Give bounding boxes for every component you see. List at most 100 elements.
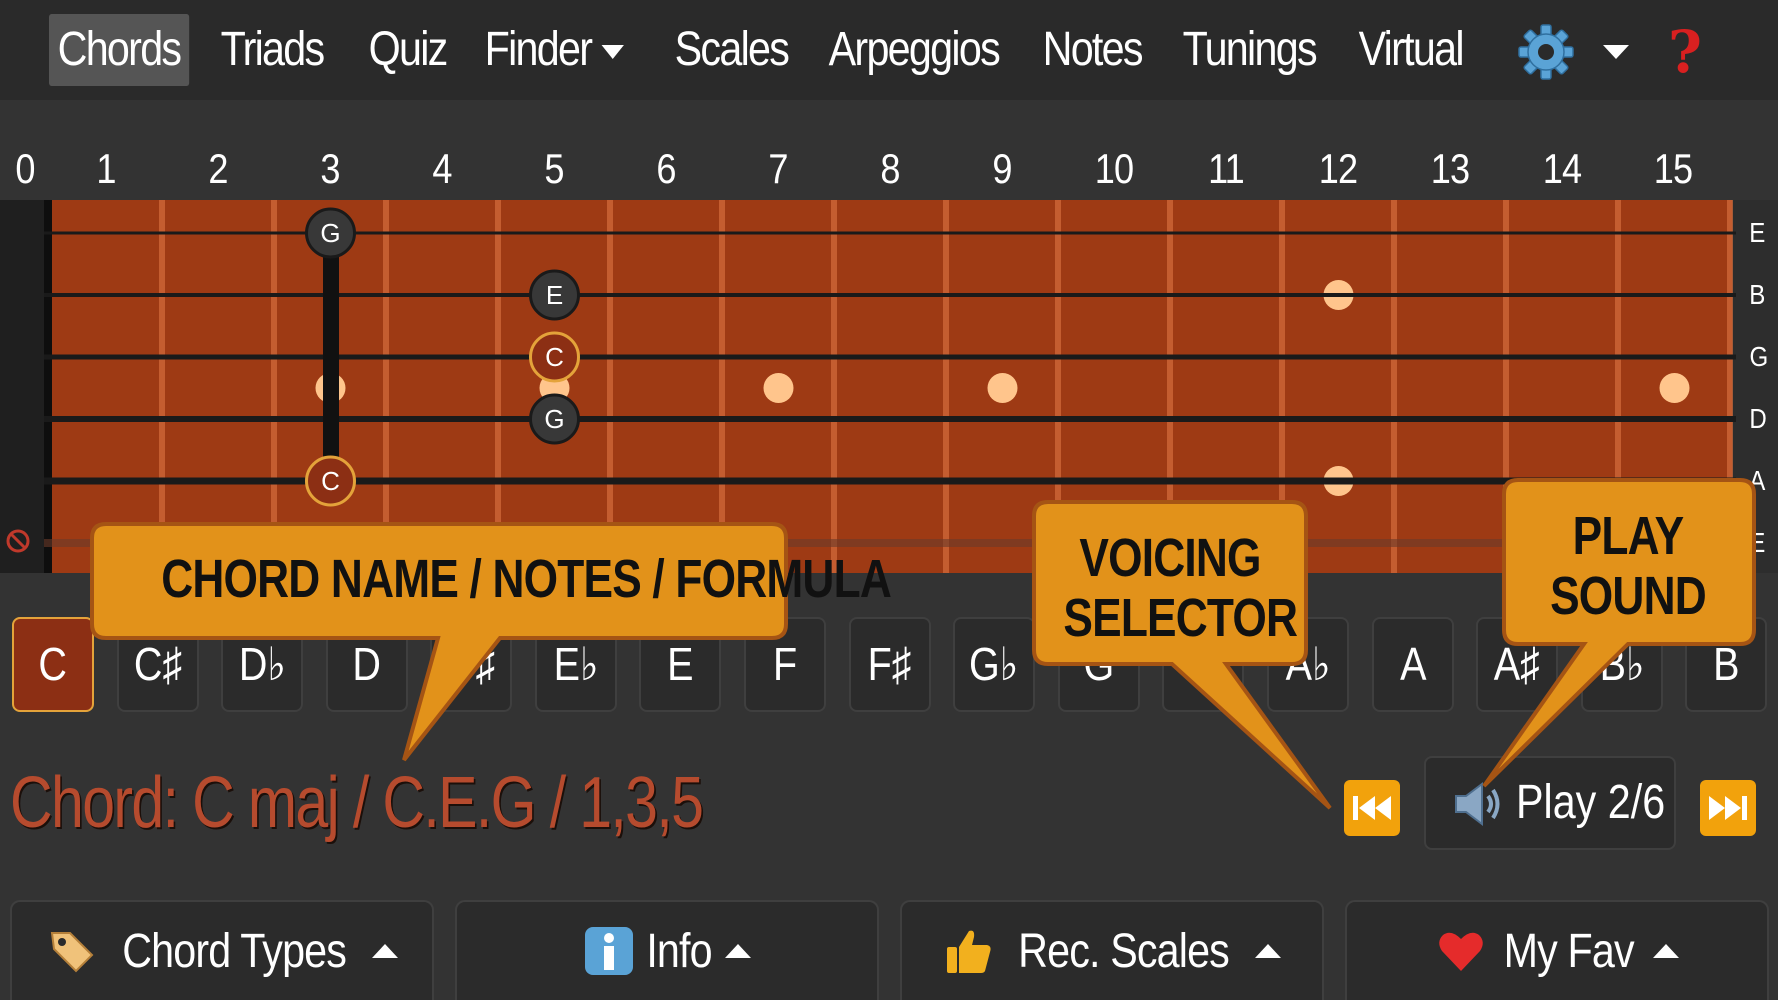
key-label: A [1399, 638, 1427, 690]
nav-tunings[interactable]: Tunings [1174, 14, 1324, 86]
nav-notes[interactable]: Notes [1034, 14, 1150, 86]
info-button[interactable]: Info [455, 900, 879, 1000]
key-label: E [666, 638, 694, 690]
settings-chevron-down-icon[interactable] [1603, 45, 1629, 59]
nav-scales[interactable]: Scales [666, 14, 797, 86]
guitar-string [44, 293, 1736, 297]
fret-marker-dot [1659, 373, 1690, 403]
key-button[interactable]: B [1685, 617, 1767, 712]
key-button[interactable]: B♭ [1581, 617, 1663, 712]
key-button[interactable]: E [639, 617, 721, 712]
callout-chord-text: CHORD NAME / NOTES / FORMULA [161, 549, 892, 609]
fret-wire [943, 200, 949, 573]
play-button[interactable]: Play 2/6 [1424, 756, 1676, 850]
barre-line [323, 228, 339, 482]
key-button[interactable]: A♯ [1476, 617, 1558, 712]
note-marker[interactable]: G [529, 393, 580, 445]
string-name: G [1749, 341, 1769, 372]
guitar-string [44, 416, 1736, 422]
fret-wire [1055, 200, 1061, 573]
key-button[interactable]: D [326, 617, 408, 712]
fret-number: 12 [1318, 145, 1358, 192]
nav-arpeggios[interactable]: Arpeggios [820, 14, 1008, 86]
top-nav: Chords Triads Quiz Finder Scales Arpeggi… [0, 0, 1778, 100]
key-button[interactable]: D♯ [430, 617, 512, 712]
note-label: C [321, 466, 340, 496]
note-label: G [544, 404, 564, 434]
nut-area [0, 200, 44, 573]
fret-number: 13 [1430, 145, 1470, 192]
gear-icon[interactable] [1518, 24, 1574, 80]
chord-types-label: Chord Types [122, 924, 347, 978]
callout-voicing-text: VOICING SELECTOR [1063, 528, 1298, 648]
root-note-marker[interactable]: C [305, 455, 356, 507]
fret-number: 7 [768, 145, 788, 192]
my-fav-label: My Fav [1503, 924, 1635, 978]
speaker-icon [1455, 782, 1500, 826]
question-mark-icon[interactable]: ? [1668, 18, 1702, 86]
fret-number: 3 [320, 145, 340, 192]
guitar-string [44, 354, 1736, 360]
key-label: E♭ [553, 638, 599, 690]
fretboard[interactable]: G E C G C E B G D A E [0, 200, 1778, 573]
callout-play-line1: PLAY [1572, 506, 1685, 566]
fret-number: 6 [656, 145, 676, 192]
chevron-up-icon [372, 944, 399, 958]
nut [44, 200, 52, 573]
fret-number: 5 [544, 145, 564, 192]
fret-wire [1727, 200, 1733, 573]
string-name: E [1749, 527, 1766, 558]
key-label: F [772, 638, 798, 690]
nav-chords[interactable]: Chords [49, 14, 189, 86]
key-button[interactable]: C [12, 617, 94, 712]
key-button[interactable]: A [1372, 617, 1454, 712]
key-button[interactable]: C♯ [117, 617, 199, 712]
chevron-up-icon [1254, 944, 1281, 958]
chord-types-button[interactable]: Chord Types [10, 900, 434, 1000]
key-button[interactable]: G♭ [953, 617, 1035, 712]
note-label: C [545, 342, 564, 372]
note-marker[interactable]: G [305, 207, 356, 259]
previous-voicing-icon[interactable] [1344, 780, 1400, 836]
root-note-marker[interactable]: C [529, 331, 580, 383]
string-name: A [1749, 465, 1766, 496]
next-voicing-icon[interactable] [1700, 780, 1756, 836]
tag-icon [50, 932, 94, 973]
fret-number: 4 [432, 145, 452, 192]
info-icon [584, 927, 633, 975]
key-label: D♭ [238, 638, 286, 690]
nav-finder[interactable]: Finder [476, 14, 633, 86]
fret-number: 2 [208, 145, 228, 192]
fret-wire [607, 200, 613, 573]
nav-triads[interactable]: Triads [212, 14, 332, 86]
fretboard-canvas[interactable]: G E C G C [0, 200, 1778, 573]
chevron-up-icon [725, 944, 752, 958]
key-button[interactable]: F♯ [849, 617, 931, 712]
fret-number: 9 [992, 145, 1012, 192]
key-label: C [38, 638, 68, 690]
key-label: B♭ [1599, 638, 1645, 690]
fret-marker-dot [763, 373, 794, 403]
fret-wire [271, 200, 277, 573]
fret-number: 11 [1208, 145, 1245, 192]
key-label: F♯ [868, 638, 912, 690]
info-label: Info [646, 924, 712, 978]
fret-wire [159, 200, 165, 573]
note-marker[interactable]: E [529, 269, 580, 321]
rec-scales-label: Rec. Scales [1018, 924, 1231, 978]
note-label: G [320, 218, 340, 248]
my-fav-button[interactable]: My Fav [1345, 900, 1769, 1000]
fret-number: 8 [880, 145, 900, 192]
nav-quiz[interactable]: Quiz [360, 14, 455, 86]
key-button[interactable]: D♭ [221, 617, 303, 712]
key-button[interactable]: E♭ [535, 617, 617, 712]
note-label: E [546, 280, 563, 310]
heart-icon [1439, 932, 1484, 971]
key-button[interactable]: F [744, 617, 826, 712]
rec-scales-button[interactable]: Rec. Scales [900, 900, 1324, 1000]
play-label: Play 2/6 [1516, 776, 1666, 829]
fret-number: 14 [1542, 145, 1582, 192]
chevron-down-icon [601, 45, 624, 60]
nav-virtual[interactable]: Virtual [1350, 14, 1471, 86]
thumbs-up-icon [947, 930, 992, 973]
